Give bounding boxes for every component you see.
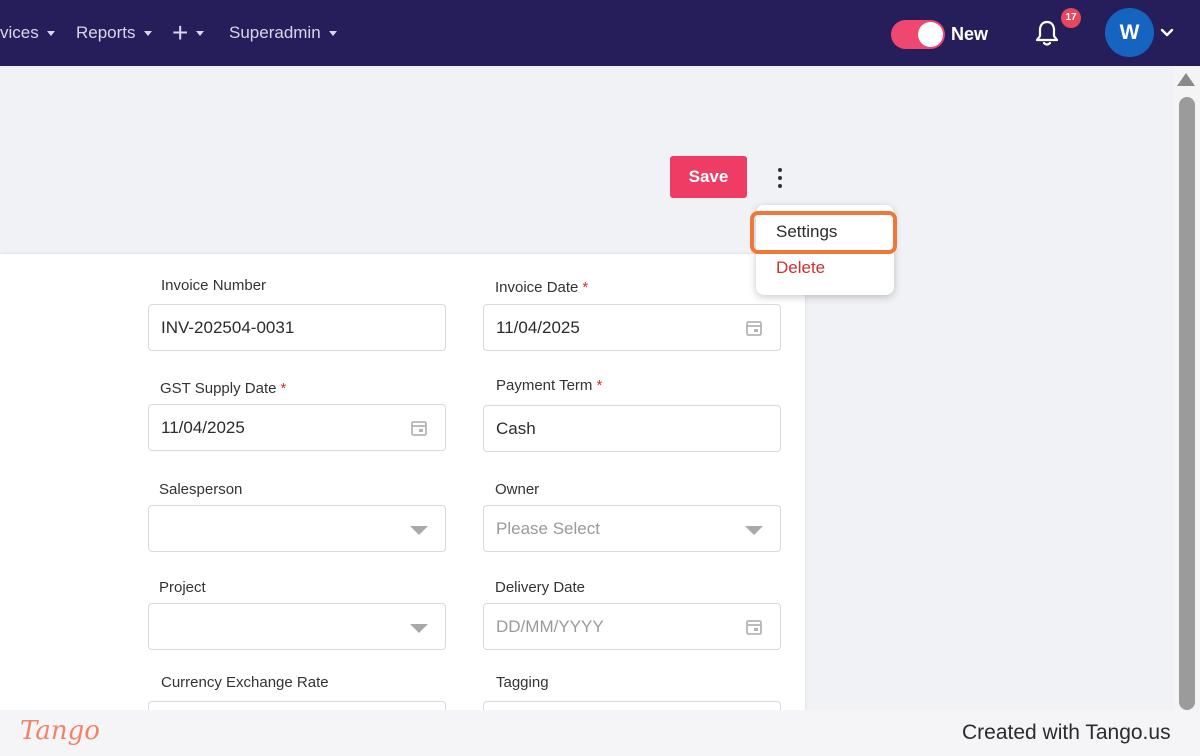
salesperson-label: Salesperson (159, 481, 243, 498)
dropdown-arrow-icon (410, 624, 428, 633)
notification-badge: 17 (1061, 8, 1081, 28)
dropdown-arrow-icon (410, 526, 428, 535)
calendar-icon[interactable] (410, 419, 428, 437)
calendar-icon[interactable] (745, 319, 763, 337)
bell-icon[interactable] (1033, 19, 1061, 47)
required-marker: * (280, 380, 287, 397)
top-nav-bar: vices Reports + Superadmin New 17 W (0, 0, 1200, 66)
nav-item-add[interactable]: + (172, 17, 205, 48)
invoice-number-label: Invoice Number (161, 277, 267, 294)
select-placeholder: Please Select (496, 519, 600, 538)
caret-down-icon (328, 30, 337, 36)
scroll-up-arrow-icon[interactable] (1177, 73, 1195, 86)
delivery-date-label: Delivery Date (495, 579, 586, 596)
nav-item-invoices[interactable]: vices (0, 20, 55, 46)
input-value: INV-202504-0031 (161, 318, 295, 337)
tango-highlight-box (750, 211, 897, 254)
nav-item-reports[interactable]: Reports (76, 20, 152, 46)
nav-item-label: vices (0, 23, 39, 42)
menu-item-delete[interactable]: Delete (776, 257, 825, 279)
plus-icon: + (172, 17, 189, 48)
scrollbar-thumb[interactable] (1179, 97, 1195, 710)
caret-down-icon (143, 30, 152, 36)
input-value: 11/04/2025 (161, 418, 245, 437)
owner-select[interactable]: Please Select (483, 505, 781, 552)
caret-down-icon (46, 30, 55, 36)
nav-item-label: Superadmin (229, 23, 321, 42)
nav-item-superadmin[interactable]: Superadmin (229, 20, 337, 46)
new-ui-toggle[interactable] (891, 20, 945, 49)
invoice-date-label: Invoice Date * (495, 279, 589, 296)
required-marker: * (596, 377, 603, 394)
more-options-icon[interactable] (768, 164, 792, 192)
input-placeholder: DD/MM/YYYY (496, 617, 604, 636)
gst-supply-date-label: GST Supply Date * (160, 380, 287, 397)
caret-down-icon (196, 30, 205, 36)
tango-logo: Tango (20, 716, 100, 746)
input-value: Cash (496, 419, 536, 438)
invoice-date-input[interactable]: 11/04/2025 (483, 304, 781, 351)
payment-term-input[interactable]: Cash (483, 405, 781, 452)
toggle-knob (918, 22, 943, 47)
toggle-label: New (951, 24, 989, 44)
dropdown-arrow-icon (745, 526, 763, 535)
owner-label: Owner (495, 481, 540, 498)
tagging-label: Tagging (496, 674, 549, 691)
project-select[interactable] (148, 603, 446, 650)
payment-term-label: Payment Term * (496, 377, 603, 394)
created-with-text: Created with Tango.us (962, 721, 1171, 744)
calendar-icon[interactable] (745, 618, 763, 636)
invoice-number-input[interactable]: INV-202504-0031 (148, 304, 446, 351)
required-marker: * (582, 279, 589, 296)
tagging-input[interactable] (483, 701, 781, 710)
project-label: Project (159, 579, 206, 596)
gst-supply-date-input[interactable]: 11/04/2025 (148, 404, 446, 451)
delivery-date-input[interactable]: DD/MM/YYYY (483, 603, 781, 650)
input-value: 11/04/2025 (496, 318, 580, 337)
chevron-down-icon[interactable] (1160, 26, 1174, 40)
avatar[interactable]: W (1105, 8, 1154, 57)
salesperson-select[interactable] (148, 505, 446, 552)
save-button[interactable]: Save (670, 156, 747, 198)
nav-item-label: Reports (76, 23, 136, 42)
currency-exchange-rate-label: Currency Exchange Rate (161, 674, 329, 691)
currency-exchange-rate-input[interactable] (148, 701, 446, 710)
